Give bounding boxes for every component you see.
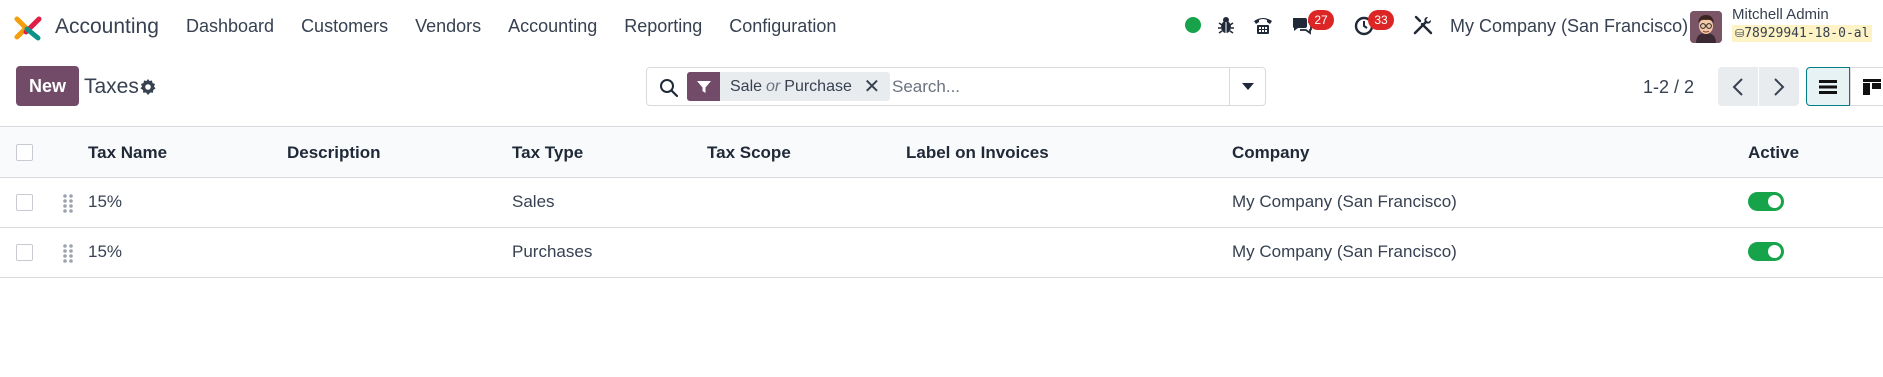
active-toggle[interactable] xyxy=(1748,192,1784,211)
column-header-company[interactable]: Company xyxy=(1232,143,1309,163)
cell-tax-name: 15% xyxy=(88,192,123,211)
list-view-icon xyxy=(1819,79,1837,94)
user-name[interactable]: Mitchell Admin xyxy=(1732,6,1829,23)
facet-separator: or xyxy=(766,77,781,95)
menu-vendors[interactable]: Vendors xyxy=(415,16,481,37)
table-header: Tax Name Description Tax Type Tax Scope … xyxy=(0,126,1883,178)
tools-icon[interactable] xyxy=(1412,14,1434,36)
filter-funnel-icon xyxy=(687,72,720,101)
gear-icon[interactable] xyxy=(139,78,157,96)
pager-next-button[interactable] xyxy=(1759,67,1799,106)
cell-tax-type: Purchases xyxy=(512,242,593,261)
phone-icon[interactable] xyxy=(1252,14,1274,36)
menu-dashboard[interactable]: Dashboard xyxy=(186,16,274,37)
kanban-view-button[interactable] xyxy=(1850,67,1883,106)
top-navbar: Accounting Dashboard Customers Vendors A… xyxy=(0,0,1883,54)
cell-tax-name: 15% xyxy=(88,242,123,261)
user-avatar[interactable] xyxy=(1690,11,1722,43)
facet-values: Sale or Purchase xyxy=(720,78,862,96)
row-checkbox[interactable] xyxy=(16,194,33,211)
table-row[interactable]: 15% Sales My Company (San Francisco) xyxy=(0,178,1883,228)
messages-count-badge: 27 xyxy=(1308,10,1334,30)
pager-previous-button[interactable] xyxy=(1718,67,1758,106)
column-header-tax-name[interactable]: Tax Name xyxy=(88,143,167,163)
pager-value[interactable]: 1-2 / 2 xyxy=(1643,77,1694,98)
main-menu: Dashboard Customers Vendors Accounting R… xyxy=(186,16,863,37)
drag-handle-icon[interactable] xyxy=(62,193,74,213)
facet-remove-close-icon[interactable]: ✕ xyxy=(862,76,882,98)
column-header-tax-type[interactable]: Tax Type xyxy=(512,143,583,163)
kanban-view-icon xyxy=(1863,78,1881,95)
database-name-label: 78929941-18-0-al xyxy=(1744,26,1870,41)
accounting-app-icon[interactable] xyxy=(14,14,42,42)
menu-accounting[interactable]: Accounting xyxy=(508,16,597,37)
database-icon: ⛁ xyxy=(1735,27,1745,40)
app-name[interactable]: Accounting xyxy=(55,15,159,39)
menu-customers[interactable]: Customers xyxy=(301,16,388,37)
select-all-checkbox[interactable] xyxy=(16,144,33,161)
chevron-left-icon xyxy=(1732,77,1743,96)
column-header-tax-scope[interactable]: Tax Scope xyxy=(707,143,791,163)
cell-tax-type: Sales xyxy=(512,192,555,211)
new-button[interactable]: New xyxy=(16,66,79,106)
activities-count-badge: 33 xyxy=(1368,10,1394,30)
page-title: Taxes xyxy=(84,75,139,98)
database-name: ⛁78929941-18-0-al xyxy=(1732,25,1873,42)
row-checkbox[interactable] xyxy=(16,244,33,261)
drag-handle-icon[interactable] xyxy=(62,243,74,263)
column-header-active[interactable]: Active xyxy=(1748,143,1799,163)
menu-configuration[interactable]: Configuration xyxy=(729,16,836,37)
list-view-button[interactable] xyxy=(1806,67,1850,106)
active-toggle[interactable] xyxy=(1748,242,1784,261)
caret-down-icon xyxy=(1241,82,1254,90)
menu-reporting[interactable]: Reporting xyxy=(624,16,702,37)
presence-status-icon[interactable] xyxy=(1185,17,1201,33)
company-switcher[interactable]: My Company (San Francisco) xyxy=(1450,16,1688,37)
search-panel: Sale or Purchase ✕ xyxy=(646,67,1266,106)
table-row[interactable]: 15% Purchases My Company (San Francisco) xyxy=(0,228,1883,278)
chevron-right-icon xyxy=(1774,77,1785,96)
search-options-toggle[interactable] xyxy=(1229,68,1265,105)
facet-value-purchase: Purchase xyxy=(784,77,852,95)
cell-company: My Company (San Francisco) xyxy=(1232,192,1457,211)
facet-value-sale: Sale xyxy=(730,77,763,95)
column-header-label-on-invoices[interactable]: Label on Invoices xyxy=(906,143,1049,163)
cell-company: My Company (San Francisco) xyxy=(1232,242,1457,261)
debug-bug-icon[interactable] xyxy=(1215,14,1237,36)
search-input[interactable] xyxy=(892,74,1212,100)
filter-facet: Sale or Purchase ✕ xyxy=(687,72,890,101)
column-header-description[interactable]: Description xyxy=(287,143,381,163)
search-icon[interactable] xyxy=(659,78,679,98)
